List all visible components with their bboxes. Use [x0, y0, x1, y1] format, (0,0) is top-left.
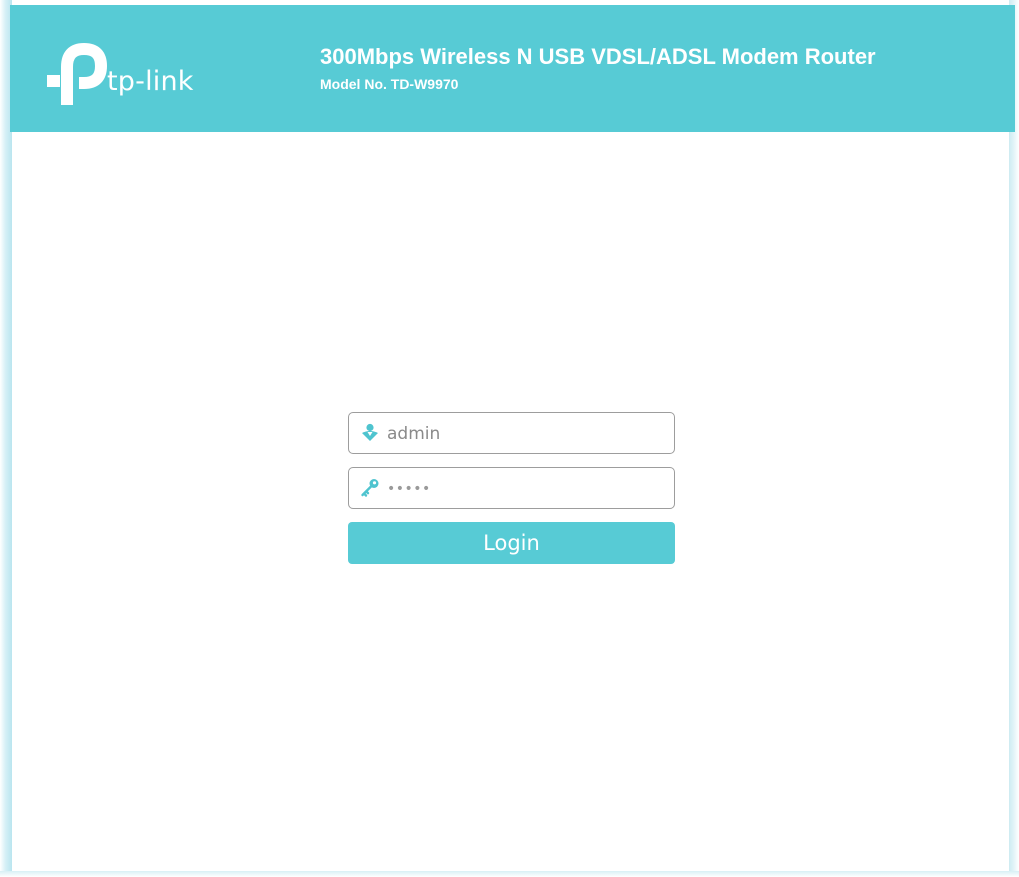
window-edge-bottom — [0, 871, 1019, 877]
login-button[interactable]: Login — [348, 522, 675, 564]
password-field[interactable]: ••••• — [348, 467, 675, 509]
brand-name: tp-link — [107, 66, 194, 97]
key-icon — [361, 479, 379, 497]
user-icon — [362, 423, 378, 441]
model-number: Model No. TD-W9970 — [320, 76, 459, 92]
login-page: tp-link 300Mbps Wireless N USB VDSL/ADSL… — [0, 0, 1019, 877]
product-title: 300Mbps Wireless N USB VDSL/ADSL Modem R… — [320, 44, 876, 69]
tp-link-logo: tp-link — [43, 41, 233, 111]
tp-link-logo-icon — [47, 43, 107, 105]
password-value[interactable]: ••••• — [387, 479, 431, 499]
username-field[interactable]: admin — [348, 412, 675, 454]
username-value[interactable]: admin — [387, 424, 440, 444]
header-bar: tp-link 300Mbps Wireless N USB VDSL/ADSL… — [10, 5, 1015, 132]
